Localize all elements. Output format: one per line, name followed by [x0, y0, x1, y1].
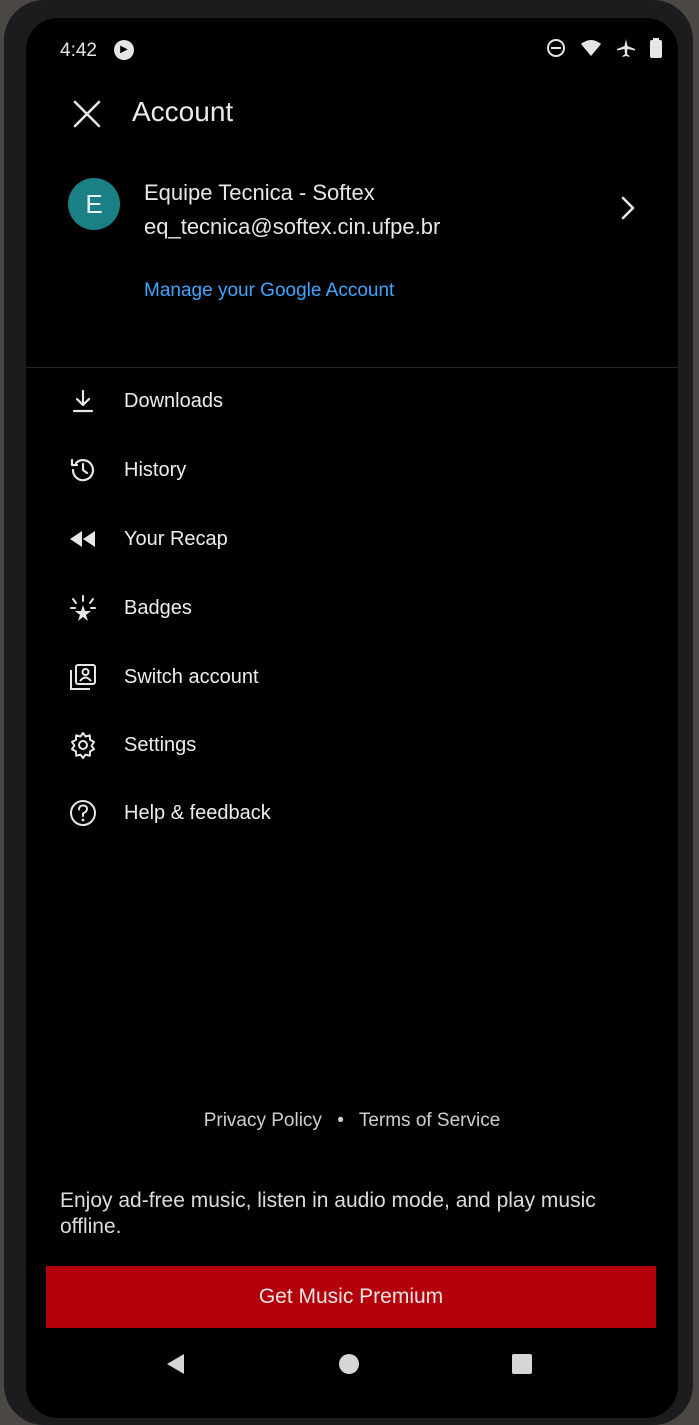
- media-playing-icon: ▶: [114, 40, 134, 60]
- menu-item-label: Settings: [124, 733, 197, 756]
- terms-of-service-link[interactable]: Terms of Service: [359, 1110, 500, 1131]
- close-button[interactable]: [68, 90, 106, 138]
- help-icon: [70, 800, 96, 826]
- download-icon: [72, 389, 94, 413]
- status-icons: [546, 38, 662, 58]
- menu-item-downloads[interactable]: Downloads: [66, 377, 346, 425]
- recents-icon[interactable]: [511, 1353, 533, 1375]
- wifi-icon: [581, 40, 601, 56]
- manage-google-account-link[interactable]: Manage your Google Account: [144, 280, 394, 302]
- phone-frame: 4:42 ▶ Account E Equipe Tecnica - Softex…: [4, 0, 693, 1425]
- screen: 4:42 ▶ Account E Equipe Tecnica - Softex…: [26, 18, 678, 1418]
- menu-item-settings[interactable]: Settings: [66, 721, 346, 769]
- menu-item-label: History: [124, 458, 187, 481]
- gear-icon: [71, 732, 95, 759]
- footer-links: Privacy Policy • Terms of Service: [26, 1110, 678, 1132]
- home-icon[interactable]: [337, 1352, 361, 1376]
- privacy-policy-link[interactable]: Privacy Policy: [204, 1110, 322, 1131]
- switch-account-icon: [70, 664, 96, 690]
- avatar[interactable]: E: [68, 178, 120, 230]
- close-icon: [73, 100, 101, 128]
- get-music-premium-button[interactable]: Get Music Premium: [46, 1266, 656, 1328]
- divider: [26, 367, 678, 368]
- footer-separator: •: [337, 1110, 344, 1131]
- chevron-right-icon[interactable]: [618, 194, 638, 222]
- do-not-disturb-icon: [547, 39, 565, 57]
- menu-item-label: Help & feedback: [124, 801, 271, 824]
- battery-icon: [650, 38, 662, 58]
- menu-item-help-feedback[interactable]: Help & feedback: [66, 789, 346, 837]
- menu-item-your-recap[interactable]: Your Recap: [66, 515, 346, 563]
- menu-item-label: Your Recap: [124, 527, 228, 550]
- history-icon: [70, 458, 95, 482]
- system-nav-bar: [26, 1334, 678, 1388]
- premium-promo-text: Enjoy ad-free music, listen in audio mod…: [60, 1189, 596, 1238]
- badges-icon: [70, 595, 96, 621]
- menu-item-history[interactable]: History: [66, 446, 346, 494]
- back-icon[interactable]: [164, 1352, 186, 1376]
- menu-item-label: Badges: [124, 596, 192, 619]
- status-time: 4:42: [60, 40, 97, 61]
- menu-item-label: Switch account: [124, 665, 259, 688]
- menu-item-label: Downloads: [124, 389, 223, 412]
- account-email[interactable]: eq_tecnica@softex.cin.ufpe.br: [144, 214, 440, 240]
- page-title: Account: [132, 96, 234, 127]
- menu-item-badges[interactable]: Badges: [66, 584, 346, 632]
- menu-item-switch-account[interactable]: Switch account: [66, 653, 346, 701]
- airplane-mode-icon: [617, 39, 635, 57]
- rewind-icon: [70, 531, 95, 547]
- account-name[interactable]: Equipe Tecnica - Softex: [144, 180, 375, 206]
